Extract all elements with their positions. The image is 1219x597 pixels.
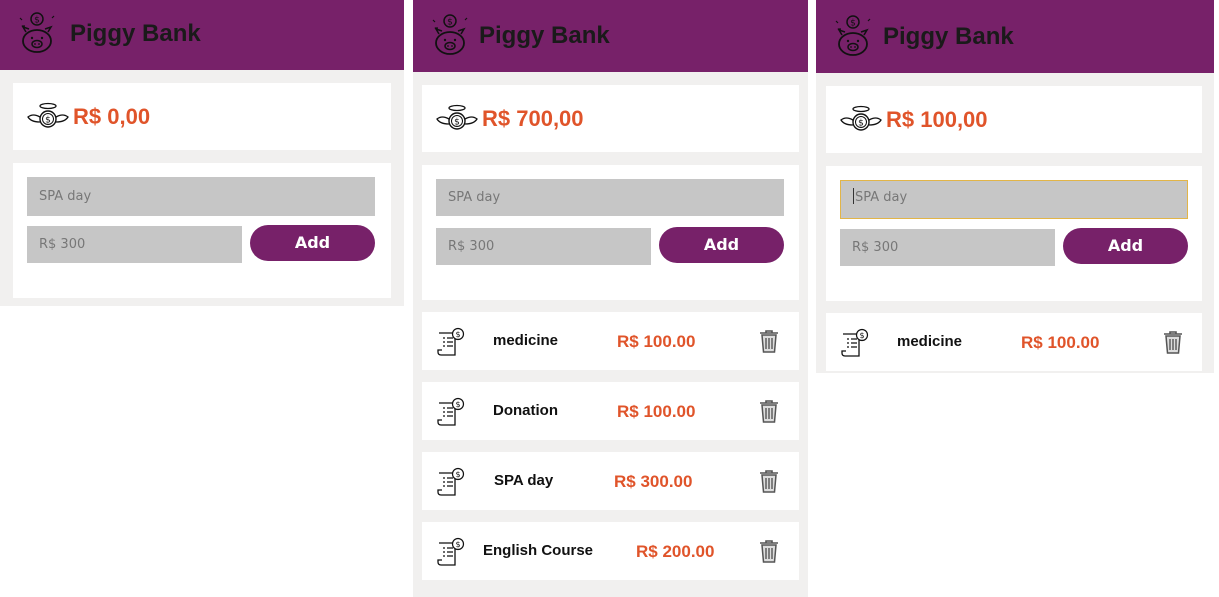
app-title: Piggy Bank xyxy=(70,20,201,47)
receipt-icon: $ xyxy=(437,537,465,566)
angel-coin-icon: $ xyxy=(436,104,478,130)
add-button[interactable]: Add xyxy=(1063,228,1188,264)
add-entry-card: SPA day R$ 300 Add xyxy=(826,166,1202,301)
svg-text:$: $ xyxy=(45,116,51,126)
receipt-icon: $ xyxy=(841,328,869,357)
list-item: $ English Course R$ 200.00 xyxy=(422,522,799,580)
add-button[interactable]: Add xyxy=(250,225,375,261)
angel-coin-icon: $ xyxy=(840,105,882,131)
svg-text:$: $ xyxy=(850,19,856,29)
balance-amount: R$ 100,00 xyxy=(886,107,988,132)
app-title: Piggy Bank xyxy=(479,22,610,49)
piggy-bank-panel-3: $ Piggy Bank $ R$ 100,00 SPA day R$ 300 … xyxy=(816,0,1214,373)
svg-text:$: $ xyxy=(34,16,40,26)
item-name: Donation xyxy=(493,402,558,419)
trash-icon[interactable] xyxy=(758,328,780,354)
receipt-icon: $ xyxy=(437,327,465,356)
receipt-icon: $ xyxy=(437,467,465,496)
description-placeholder: SPA day xyxy=(855,190,908,205)
piggy-bank-panel-1: $ Piggy Bank $ R$ 0,00 SPA day R$ 300 Ad… xyxy=(0,0,404,306)
piggy-bank-icon: $ xyxy=(835,15,871,56)
item-amount: R$ 300.00 xyxy=(614,472,693,491)
app-header: $ Piggy Bank xyxy=(413,0,808,72)
description-input[interactable]: SPA day xyxy=(840,180,1188,219)
item-name: medicine xyxy=(897,333,963,350)
svg-text:$: $ xyxy=(455,330,460,339)
app-title: Piggy Bank xyxy=(883,23,1014,50)
list-item: $ Donation R$ 100.00 xyxy=(422,382,799,440)
piggy-bank-icon: $ xyxy=(432,14,468,55)
description-input[interactable]: SPA day xyxy=(27,177,375,216)
list-item: $ SPA day R$ 300.00 xyxy=(422,452,799,510)
item-name: English Course xyxy=(483,542,594,559)
balance-card: $ R$ 700,00 xyxy=(422,85,799,152)
item-name: medicine xyxy=(493,332,559,349)
value-input[interactable]: R$ 300 xyxy=(27,226,242,263)
balance-amount: R$ 0,00 xyxy=(73,104,151,129)
receipt-icon: $ xyxy=(437,397,465,426)
svg-text:$: $ xyxy=(455,540,460,549)
balance-card: $ R$ 100,00 xyxy=(826,86,1202,153)
item-amount: R$ 100.00 xyxy=(617,332,696,351)
svg-text:$: $ xyxy=(858,119,864,129)
list-item: $ medicine R$ 100.00 xyxy=(422,312,799,370)
item-amount: R$ 100.00 xyxy=(617,402,696,421)
piggy-bank-icon: $ xyxy=(19,12,55,53)
item-name: SPA day xyxy=(494,472,554,489)
trash-icon[interactable] xyxy=(758,468,780,494)
svg-text:$: $ xyxy=(859,331,864,340)
trash-icon[interactable] xyxy=(758,398,780,424)
text-caret xyxy=(853,188,854,204)
item-amount: R$ 100.00 xyxy=(1021,333,1100,352)
add-entry-card: SPA day R$ 300 Add xyxy=(422,165,799,300)
item-amount: R$ 200.00 xyxy=(636,542,715,561)
svg-text:$: $ xyxy=(454,118,460,128)
svg-text:$: $ xyxy=(455,400,460,409)
description-input[interactable]: SPA day xyxy=(436,179,784,216)
piggy-bank-panel-2: $ Piggy Bank $ R$ 700,00 SPA day R$ 300 … xyxy=(413,0,808,597)
add-button[interactable]: Add xyxy=(659,227,784,263)
balance-card: $ R$ 0,00 xyxy=(13,83,391,150)
trash-icon[interactable] xyxy=(758,538,780,564)
app-header: $ Piggy Bank xyxy=(816,0,1214,73)
value-input[interactable]: R$ 300 xyxy=(436,228,651,265)
trash-icon[interactable] xyxy=(1162,329,1184,355)
add-entry-card: SPA day R$ 300 Add xyxy=(13,163,391,298)
svg-text:$: $ xyxy=(447,18,453,28)
balance-amount: R$ 700,00 xyxy=(482,106,584,131)
value-input[interactable]: R$ 300 xyxy=(840,229,1055,266)
list-item: $ medicine R$ 100.00 xyxy=(826,313,1202,371)
svg-text:$: $ xyxy=(455,470,460,479)
app-header: $ Piggy Bank xyxy=(0,0,404,70)
angel-coin-icon: $ xyxy=(27,102,69,128)
